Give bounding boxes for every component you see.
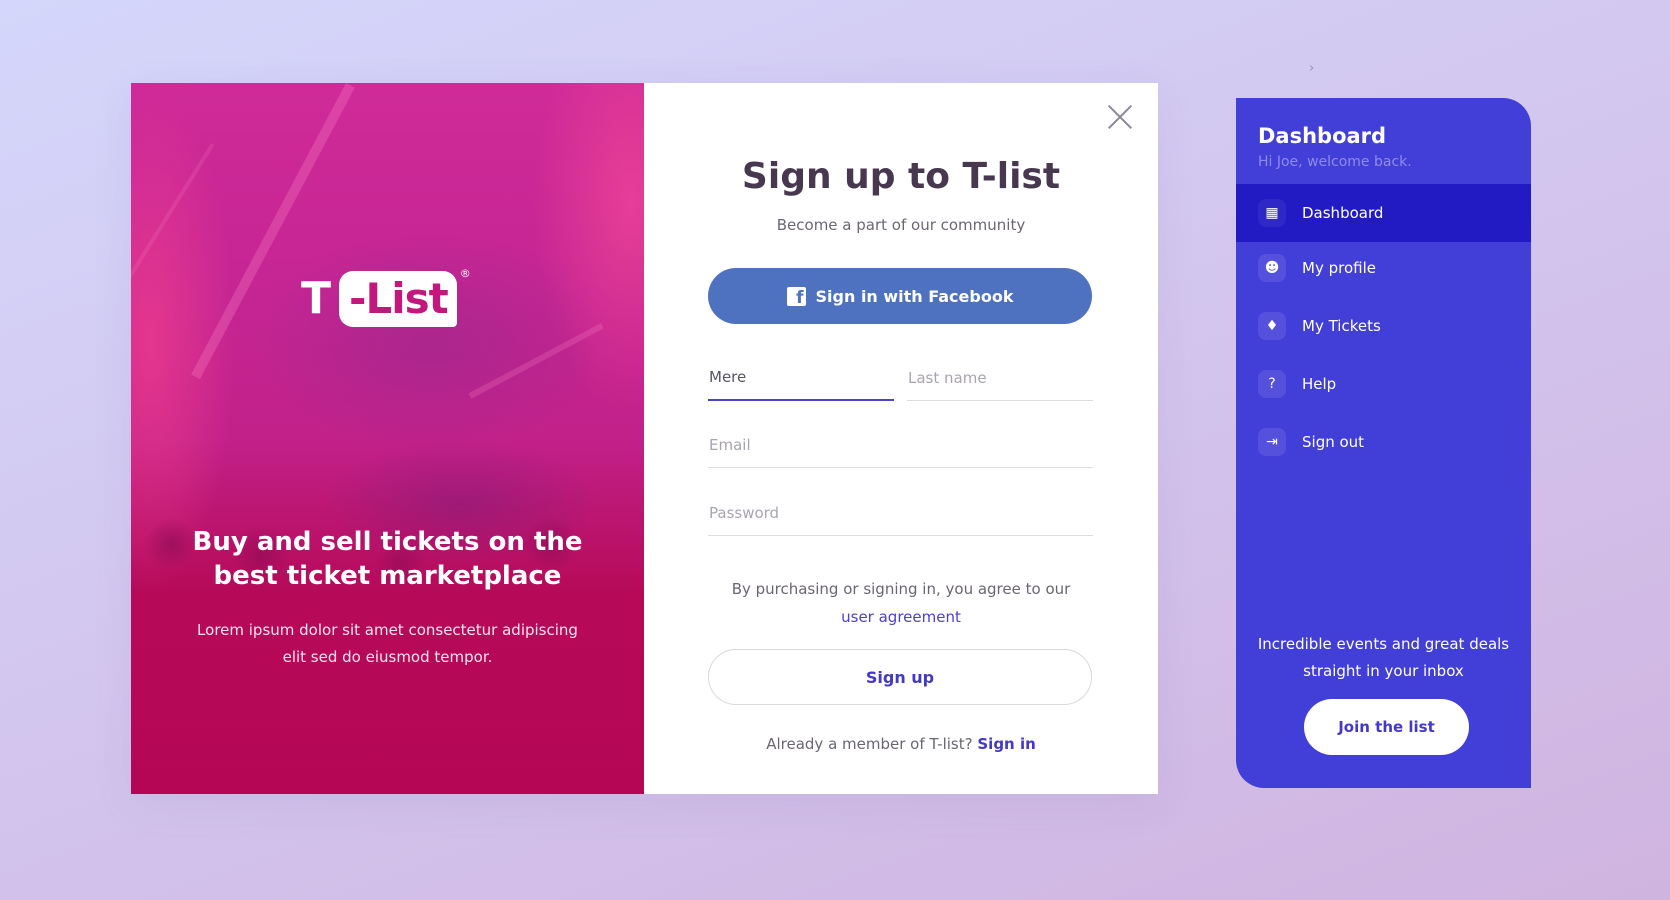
password-input[interactable] xyxy=(708,494,1093,536)
dashboard-icon: ▦ xyxy=(1258,199,1286,227)
signup-form: Sign up to T-list Become a part of our c… xyxy=(644,83,1158,794)
sidebar-greeting: Hi Joe, welcome back. xyxy=(1258,154,1412,170)
newsletter-promo: Incredible events and great deals straig… xyxy=(1257,635,1510,680)
hero-panel: T -List ® Buy and sell tickets on the be… xyxy=(131,83,644,794)
sidebar-item-label: My Tickets xyxy=(1302,317,1381,335)
sign-out-icon: ⇥ xyxy=(1258,428,1286,456)
registered-mark: ® xyxy=(459,267,471,280)
first-name-input[interactable] xyxy=(708,359,894,401)
logo-letter: T xyxy=(301,273,332,324)
facebook-signin-button[interactable]: f Sign in with Facebook xyxy=(708,268,1092,324)
sidebar-item-label: Help xyxy=(1302,375,1337,393)
sidebar-item-help[interactable]: ? Help xyxy=(1236,355,1531,413)
dashboard-sidebar: Dashboard Hi Joe, welcome back. ▦ Dashbo… xyxy=(1236,98,1531,788)
logo-word: -List xyxy=(339,271,457,327)
sidebar-item-sign-out[interactable]: ⇥ Sign out xyxy=(1236,413,1531,471)
sidebar-item-tickets[interactable]: ♦ My Tickets xyxy=(1236,297,1531,355)
join-list-button[interactable]: Join the list xyxy=(1304,699,1469,755)
facebook-icon: f xyxy=(786,286,806,306)
sidebar-item-label: Sign out xyxy=(1302,433,1365,451)
agreement-text: By purchasing or signing in, you agree t… xyxy=(731,580,1071,598)
light-beam xyxy=(131,143,215,332)
sidebar-item-label: My profile xyxy=(1302,259,1376,277)
member-text: Already a member of T-list? xyxy=(766,735,973,753)
chevron-right-icon: › xyxy=(1309,61,1315,76)
form-subtitle: Become a part of our community xyxy=(776,216,1026,234)
signup-button[interactable]: Sign up xyxy=(708,649,1092,705)
sidebar-item-dashboard[interactable]: ▦ Dashboard xyxy=(1236,184,1531,242)
last-name-input[interactable] xyxy=(907,359,1093,401)
sidebar-item-profile[interactable]: ☻ My profile xyxy=(1236,239,1531,297)
tlist-logo: T -List ® xyxy=(301,267,471,327)
hero-title: Buy and sell tickets on the best ticket … xyxy=(192,527,583,591)
signin-link[interactable]: Sign in xyxy=(977,735,1035,753)
signup-card: T -List ® Buy and sell tickets on the be… xyxy=(131,83,1158,794)
close-icon[interactable] xyxy=(1106,103,1134,131)
agreement-notice: By purchasing or signing in, you agree t… xyxy=(644,575,1158,631)
member-prompt: Already a member of T-list? Sign in xyxy=(644,735,1158,753)
light-beam xyxy=(468,323,604,399)
form-title: Sign up to T-list xyxy=(741,156,1061,197)
ticket-icon: ♦ xyxy=(1258,312,1286,340)
user-agreement-link[interactable]: user agreement xyxy=(841,608,961,626)
hero-subtitle: Lorem ipsum dolor sit amet consectetur a… xyxy=(197,621,578,666)
facebook-signin-label: Sign in with Facebook xyxy=(815,286,1014,306)
email-input[interactable] xyxy=(708,426,1093,468)
help-icon: ? xyxy=(1258,370,1286,398)
sidebar-title: Dashboard xyxy=(1258,124,1387,148)
sidebar-item-label: Dashboard xyxy=(1302,204,1384,222)
profile-icon: ☻ xyxy=(1258,254,1286,282)
light-beam xyxy=(191,83,355,380)
